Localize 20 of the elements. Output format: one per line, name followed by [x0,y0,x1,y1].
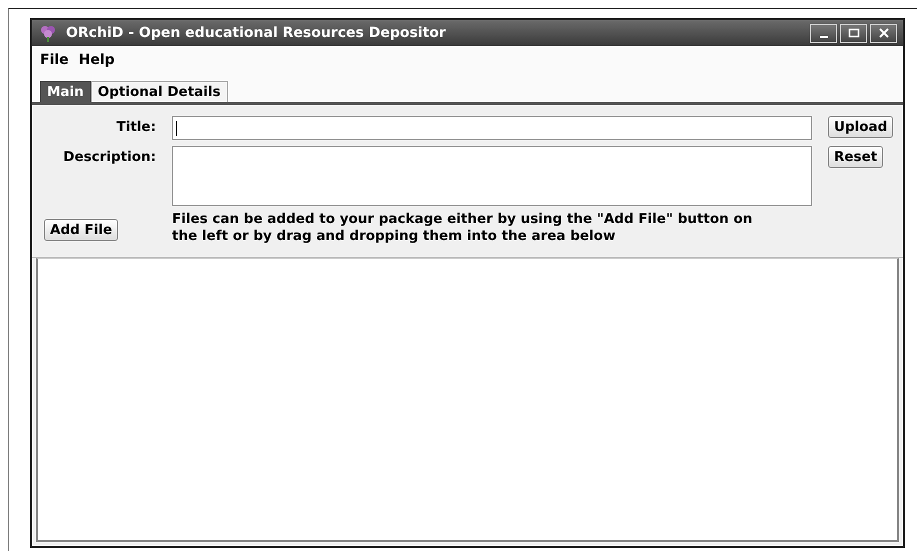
maximize-icon [848,28,860,38]
window-title: ORchiD - Open educational Resources Depositor [66,25,447,41]
title-label: Title: [116,118,156,135]
flower-icon [38,24,58,42]
close-icon [878,28,890,38]
maximize-button[interactable] [840,24,867,42]
menu-item[interactable]: File [40,52,69,68]
menu-item[interactable]: Help [78,52,115,68]
tab[interactable]: Optional Details [90,81,228,102]
add-file-button[interactable]: Add File [44,219,118,241]
reset-button[interactable]: Reset [828,146,884,168]
minimize-icon [820,36,828,38]
tab[interactable]: Main [40,81,91,102]
hint-text: Files can be added to your package either by using the "Add File" button on the left or by drag and dropping them into the area below [172,211,754,245]
minimize-button[interactable] [810,24,837,42]
title-field[interactable] [172,116,812,140]
description-field[interactable] [172,146,812,206]
upload-button[interactable]: Upload [828,116,894,138]
description-label: Description: [62,148,156,165]
close-button[interactable] [870,24,897,42]
